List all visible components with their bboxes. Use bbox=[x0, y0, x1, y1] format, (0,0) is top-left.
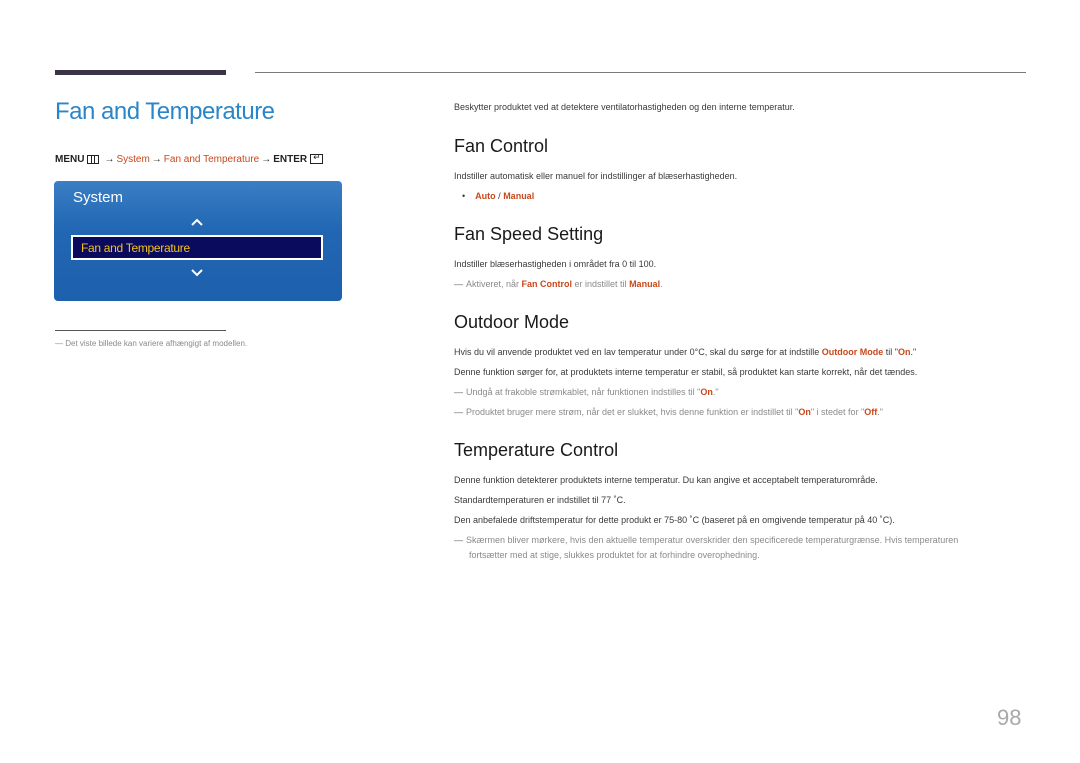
temp-note-line-1: — Skærmen bliver mørkere, hvis den aktuel… bbox=[454, 535, 959, 545]
page-title: Fan and Temperature bbox=[55, 98, 275, 125]
section-title-outdoor-mode: Outdoor Mode bbox=[454, 312, 570, 332]
enter-label: ENTER bbox=[273, 154, 308, 165]
fan-speed-note: — Aktiveret, når Fan Control er indstille… bbox=[454, 279, 663, 289]
section-title-fan-speed: Fan Speed Setting bbox=[454, 224, 604, 244]
osd-menu-panel: System Fan and Temperature bbox=[54, 181, 342, 301]
outdoor-note-1: — Undgå at frakoble strømkablet, når funk… bbox=[454, 387, 719, 397]
intro-text: Beskytter produktet ved at detektere ven… bbox=[454, 102, 795, 112]
section-title-temperature-control: Temperature Control bbox=[454, 440, 619, 460]
chevron-down-icon[interactable] bbox=[190, 268, 204, 278]
enter-icon bbox=[310, 152, 324, 165]
footnote-rule bbox=[55, 330, 226, 331]
menu-icon bbox=[87, 154, 100, 164]
page-number: 98 bbox=[997, 705, 1022, 730]
outdoor-note-2: — Produktet bruger mere strøm, når det er… bbox=[454, 407, 883, 417]
outdoor-desc-2: Denne funktion sørger for, at produktets… bbox=[454, 367, 918, 377]
temp-desc-2: Standardtemperaturen er indstillet til 7… bbox=[454, 495, 626, 505]
section-title-fan-control: Fan Control bbox=[454, 136, 549, 156]
outdoor-desc-1: Hvis du vil anvende produktet ved en lav… bbox=[454, 347, 917, 357]
menu-label: MENU bbox=[55, 154, 85, 165]
menu-path: MENU → System → Fan and Temperature → ENTER bbox=[55, 152, 324, 165]
temp-desc-1: Denne funktion detekterer produktets int… bbox=[454, 475, 878, 485]
osd-title: System bbox=[73, 189, 124, 206]
temp-note-line-2: fortsætter med at stige, slukkes produkt… bbox=[469, 550, 760, 560]
osd-selected-item[interactable]: Fan and Temperature bbox=[71, 235, 323, 260]
chevron-up-icon[interactable] bbox=[190, 217, 204, 227]
header-rule bbox=[255, 72, 1026, 73]
fan-speed-desc: Indstiller blæserhastigheden i området f… bbox=[454, 259, 657, 269]
fan-control-desc: Indstiller automatisk eller manuel for i… bbox=[454, 171, 738, 181]
menu-path-item: Fan and Temperature bbox=[163, 154, 260, 165]
header-bar-accent bbox=[55, 70, 226, 75]
temp-desc-3: Den anbefalede driftstemperatur for dett… bbox=[454, 515, 895, 525]
menu-path-system: System bbox=[116, 154, 150, 165]
footnote: — Det viste billede kan variere afhængig… bbox=[55, 339, 248, 348]
fan-control-options: • Auto / Manual bbox=[462, 191, 535, 201]
